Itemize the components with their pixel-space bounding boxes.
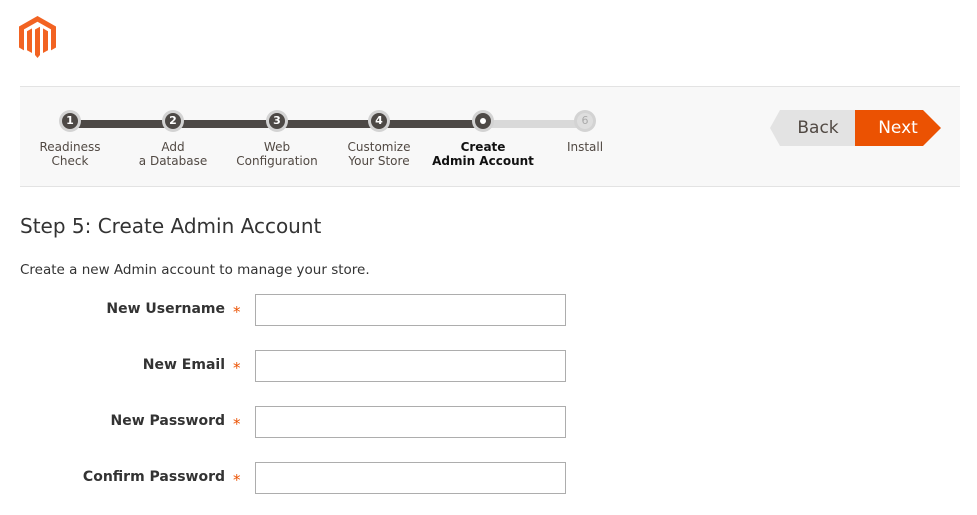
- progress-nav: 1 Readiness Check 2 Add a Database 3 Web Conf…: [20, 86, 960, 187]
- field-input[interactable]: [255, 462, 566, 494]
- required-mark: *: [233, 415, 241, 433]
- required-mark: *: [233, 471, 241, 489]
- magento-logo-icon: [19, 16, 56, 58]
- step-label-line: Readiness: [39, 140, 101, 154]
- page-title: Step 5: Create Admin Account: [20, 214, 322, 238]
- step-label: Readiness Check: [15, 140, 125, 168]
- field-input[interactable]: [255, 294, 566, 326]
- step-label-line: Add: [161, 140, 185, 154]
- field-label: New Password: [110, 413, 226, 429]
- step-label-line: Check: [51, 154, 89, 168]
- field-input[interactable]: [255, 350, 566, 382]
- step-circle: 2: [162, 110, 184, 132]
- step-label-line: Customize: [347, 140, 411, 154]
- step-circle: 6: [574, 110, 596, 132]
- step-label: Add a Database: [118, 140, 228, 168]
- step-circle: 4: [368, 110, 390, 132]
- step-label-line: a Database: [138, 154, 208, 168]
- field-input[interactable]: [255, 406, 566, 438]
- step-label: Create Admin Account: [428, 140, 538, 168]
- next-button[interactable]: Next: [855, 110, 941, 146]
- step-label: Customize Your Store: [324, 140, 434, 168]
- step-label-line: Admin Account: [432, 154, 534, 168]
- step-circle: 1: [59, 110, 81, 132]
- form-row: New Password *: [0, 406, 600, 440]
- step-number: 3: [269, 113, 285, 129]
- step-number: [475, 113, 491, 129]
- required-mark: *: [233, 303, 241, 321]
- step-label-line: Web: [263, 140, 291, 154]
- step-label-line: Install: [566, 140, 604, 154]
- step-number: 2: [165, 113, 181, 129]
- step-label-line: Your Store: [348, 154, 410, 168]
- required-mark: *: [233, 359, 241, 377]
- step-label: Install: [530, 140, 640, 154]
- field-label: Confirm Password: [82, 469, 225, 485]
- step-number: 6: [577, 113, 593, 129]
- step-number: 1: [62, 113, 78, 129]
- page-intro: Create a new Admin account to manage you…: [20, 262, 370, 278]
- step-label: Web Configuration: [222, 140, 332, 168]
- step-circle: [472, 110, 494, 132]
- field-label: New Username: [106, 301, 225, 317]
- step-label-line: Configuration: [236, 154, 318, 168]
- step-number: 4: [371, 113, 387, 129]
- form-row: New Email *: [0, 350, 600, 384]
- form-row: New Username *: [0, 294, 600, 328]
- form-row: Confirm Password *: [0, 462, 600, 496]
- step-label-line: Create: [460, 140, 506, 154]
- step-circle: 3: [266, 110, 288, 132]
- back-button[interactable]: Back: [770, 110, 866, 146]
- field-label: New Email: [142, 357, 225, 373]
